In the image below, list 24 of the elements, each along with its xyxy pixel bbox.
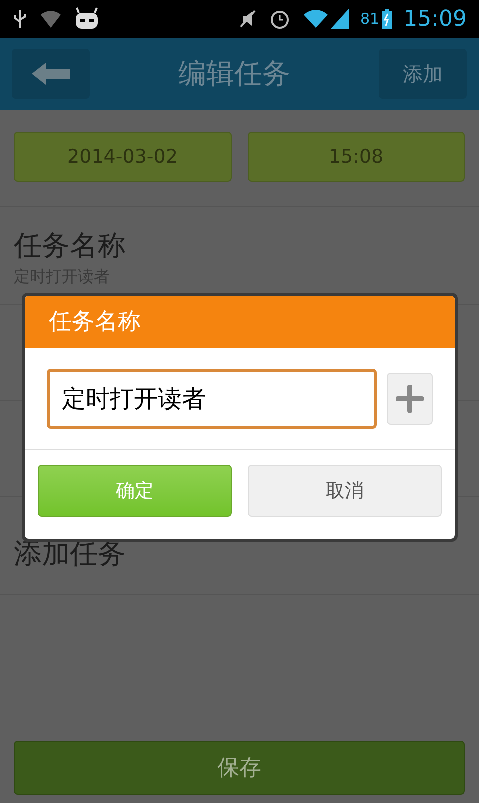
cancel-button[interactable]: 取消 <box>248 465 442 517</box>
time-button[interactable]: 15:08 <box>248 132 465 182</box>
confirm-button[interactable]: 确定 <box>38 465 232 517</box>
battery-charging-icon <box>382 9 392 29</box>
add-button[interactable] <box>387 372 433 424</box>
add-button[interactable]: 添加 <box>379 49 467 99</box>
back-arrow-icon <box>32 63 70 85</box>
clock-time: 15:09 <box>404 6 467 34</box>
battery-level: 81 <box>360 8 380 30</box>
alarm-icon <box>268 8 290 30</box>
page-title: 编辑任务 <box>178 56 292 92</box>
plus-icon <box>396 384 424 412</box>
back-button[interactable] <box>12 49 90 99</box>
add-task-label: 添加任务 <box>14 536 126 572</box>
task-name-label: 任务名称 <box>14 228 127 264</box>
dialog-title: 任务名称 <box>49 308 141 337</box>
wifi-icon <box>302 9 328 29</box>
usb-icon <box>12 8 28 30</box>
robot-mascot-icon <box>74 7 100 31</box>
muted-icon <box>238 9 256 29</box>
signal-icon <box>330 9 348 29</box>
task-name-input[interactable]: 定时打开读者 <box>47 368 377 428</box>
save-button[interactable]: 保存 <box>14 741 465 795</box>
date-button[interactable]: 2014-03-02 <box>14 132 232 182</box>
